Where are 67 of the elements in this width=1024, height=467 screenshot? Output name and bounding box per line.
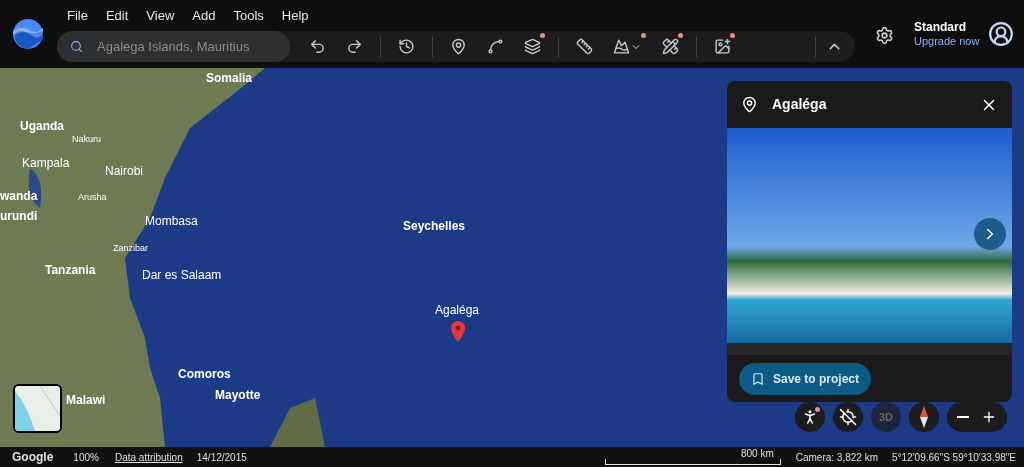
3d-button: 3D <box>871 402 901 432</box>
data-attribution-link[interactable]: Data attribution <box>114 449 183 465</box>
map-label: Mayotte <box>215 387 261 404</box>
locate-off-icon <box>839 408 857 426</box>
map-label: Kampala <box>22 155 70 172</box>
plan-label: Standard <box>914 19 967 35</box>
compass-icon <box>920 406 928 428</box>
menu-item[interactable]: Edit <box>105 5 129 26</box>
map-label: Somalia <box>206 70 253 87</box>
map-style-button[interactable] <box>13 384 62 433</box>
map-label: Mombasa <box>145 213 198 230</box>
save-to-project-button[interactable]: Save to project <box>739 362 872 395</box>
settings-icon <box>875 25 894 45</box>
map-label: Malawi <box>66 392 106 409</box>
place-title: Agaléga <box>772 95 827 114</box>
plus-icon <box>981 409 997 425</box>
map-label: Agaléga <box>435 302 480 319</box>
redo-icon <box>346 38 363 56</box>
ruler-icon <box>576 38 593 56</box>
pencil-ruler-icon <box>662 38 679 56</box>
location-off-button[interactable] <box>833 402 863 432</box>
map-label: Dar es Salaam <box>142 267 222 284</box>
map-label: urundi <box>0 208 38 225</box>
map-label: Arusha <box>78 191 107 204</box>
map-label: Uganda <box>20 118 64 135</box>
map-label: Nakuru <box>72 133 101 146</box>
coordinates: 5°12'09.66"S 59°10'33.98"E <box>892 450 1016 465</box>
settings-button[interactable] <box>875 25 894 45</box>
menu-item[interactable]: File <box>67 5 88 26</box>
undo-icon <box>309 38 326 56</box>
map-label: Comoros <box>178 366 231 383</box>
map-label: Zanzibar <box>113 242 148 255</box>
menu-item[interactable]: Help <box>281 5 309 26</box>
layers-icon <box>524 38 541 56</box>
zoom-in-button[interactable] <box>981 409 997 425</box>
next-button[interactable] <box>974 218 1006 250</box>
menu-item[interactable]: Add <box>192 5 216 26</box>
pin-icon <box>741 96 758 113</box>
compass-button[interactable] <box>909 402 939 432</box>
map-thumbnail-icon <box>15 386 60 431</box>
imagery-date: 14/12/2015 <box>196 450 247 465</box>
camera-altitude: Camera: 3,822 km <box>795 450 878 465</box>
search-icon <box>70 40 83 54</box>
mountain-icon <box>613 38 630 56</box>
google-logo-text: Google <box>12 449 54 466</box>
bookmark-icon <box>751 371 765 386</box>
scale-label: 800 km <box>740 447 774 461</box>
history-icon <box>398 38 415 56</box>
search-field[interactable]: Agalega Islands, Mauritius <box>57 31 290 63</box>
map-label: Tanzania <box>45 262 96 279</box>
menu-item[interactable]: Tools <box>233 5 264 26</box>
zoom-level: 100% <box>73 450 99 465</box>
map-label: wanda <box>0 188 38 205</box>
globe-logo-icon[interactable] <box>13 19 43 49</box>
search-input[interactable]: Agalega Islands, Mauritius <box>97 37 277 57</box>
account-button[interactable] <box>988 21 1014 47</box>
pin-icon <box>450 38 467 56</box>
menu-item[interactable]: View <box>146 5 175 26</box>
street-view-button[interactable] <box>795 402 825 432</box>
path-icon <box>487 38 504 56</box>
image-plus-icon <box>714 38 731 56</box>
upgrade-link[interactable]: Upgrade now <box>914 34 980 49</box>
avatar-icon <box>988 21 1014 47</box>
location-pin-icon[interactable] <box>451 321 465 342</box>
minus-icon <box>957 416 969 418</box>
map-label: Seychelles <box>403 218 466 235</box>
map-label: Nairobi <box>105 163 143 180</box>
